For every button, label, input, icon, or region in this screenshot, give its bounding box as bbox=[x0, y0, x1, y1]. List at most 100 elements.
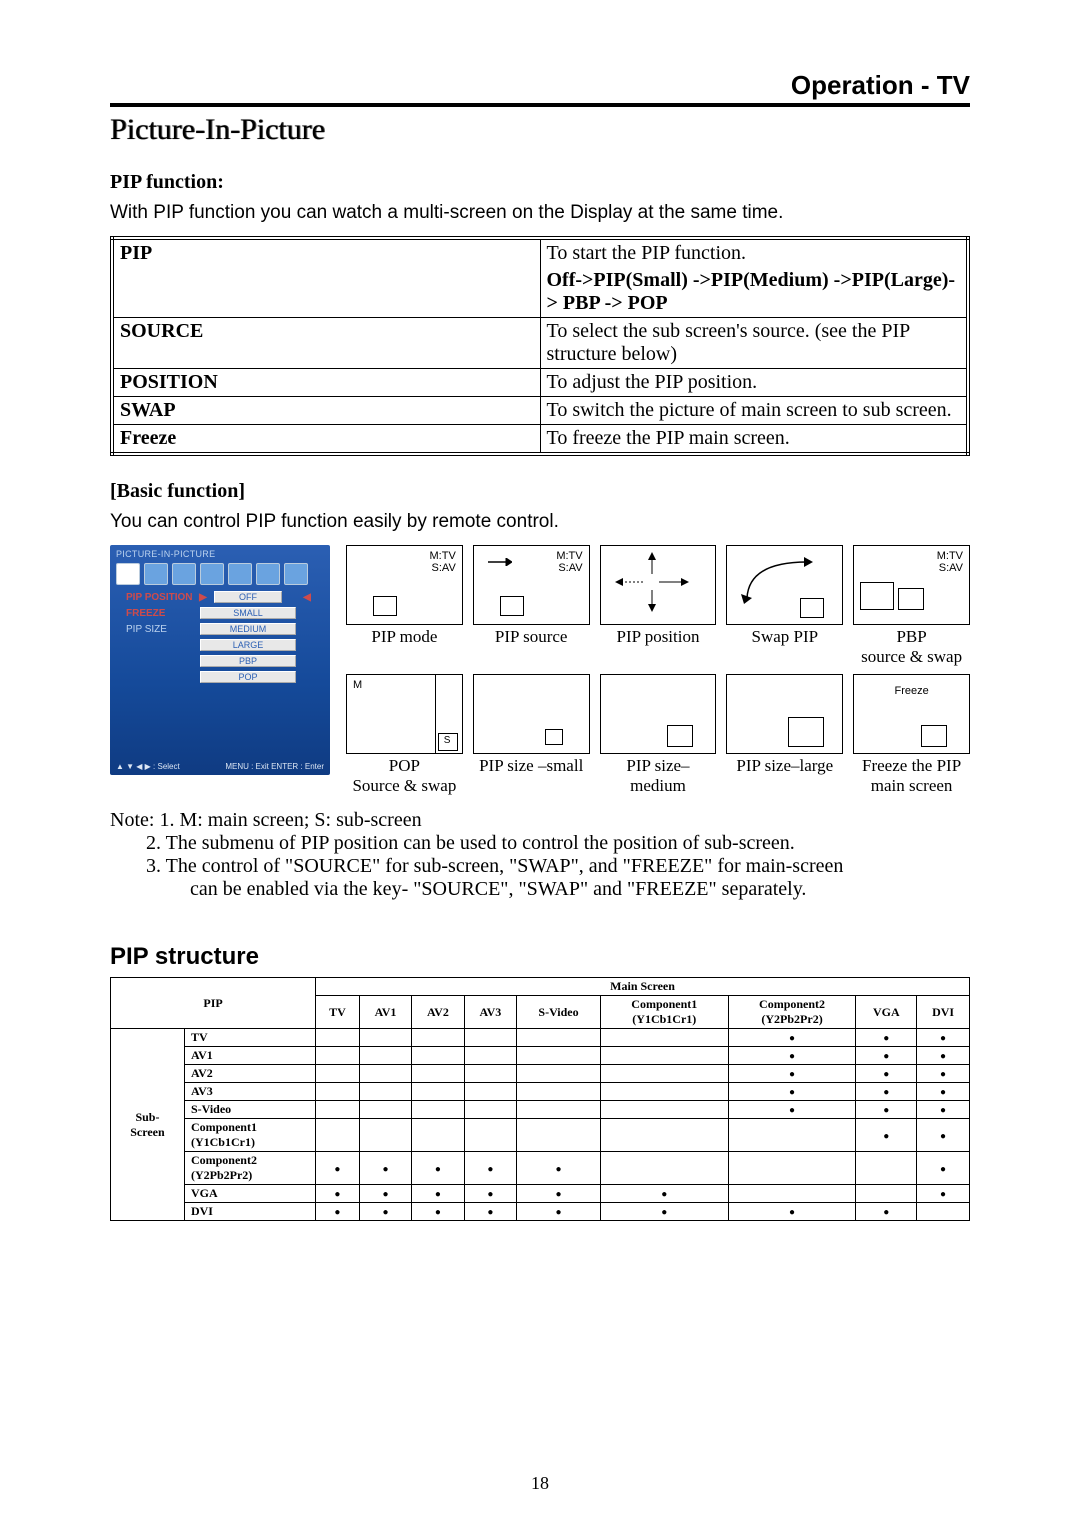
matrix-cell bbox=[464, 1185, 516, 1203]
osd-row: PIP POSITION ▶ OFF ◀ bbox=[110, 589, 330, 605]
matrix-cell bbox=[359, 1083, 411, 1101]
func-desc: To freeze the PIP main screen. bbox=[540, 425, 968, 455]
thumb-sub-label: S:AV bbox=[432, 562, 456, 574]
notes-3b: can be enabled via the key- "SOURCE", "S… bbox=[110, 878, 970, 901]
matrix-row: AV1 bbox=[111, 1047, 970, 1065]
section-title: Picture-In-Picture bbox=[110, 113, 970, 147]
osd-footer-left: ▲ ▼ ◀ ▶ : Select bbox=[116, 762, 180, 771]
func-desc: To adjust the PIP position. bbox=[540, 369, 968, 397]
function-table: PIP To start the PIP function. Off->PIP(… bbox=[110, 236, 970, 456]
page: Operation - TV Picture-In-Picture PIP fu… bbox=[0, 0, 1080, 1528]
thumb-caption: PIP size–medium bbox=[600, 756, 717, 795]
matrix-cell bbox=[359, 1065, 411, 1083]
matrix-cell bbox=[728, 1065, 856, 1083]
osd-icon bbox=[172, 563, 196, 585]
matrix-cell bbox=[316, 1047, 360, 1065]
func-term: SOURCE bbox=[112, 318, 540, 369]
thumb-caption: PIP mode bbox=[346, 627, 463, 647]
osd-row-label: PIP POSITION bbox=[126, 592, 196, 603]
matrix-cell bbox=[316, 1152, 360, 1185]
func-term: Freeze bbox=[112, 425, 540, 455]
osd-row-value: OFF bbox=[214, 591, 282, 603]
matrix-cell bbox=[600, 1203, 728, 1221]
osd-icon bbox=[284, 563, 308, 585]
matrix-cell bbox=[359, 1119, 411, 1152]
table-row: PIP To start the PIP function. bbox=[112, 238, 968, 267]
notes: Note: 1. M: main screen; S: sub-screen 2… bbox=[110, 809, 970, 901]
thumb-main-label: M:TV bbox=[937, 550, 963, 562]
matrix-cell bbox=[412, 1047, 464, 1065]
matrix-row-head: AV1 bbox=[184, 1047, 315, 1065]
matrix-cell bbox=[856, 1101, 917, 1119]
matrix-cell bbox=[728, 1152, 856, 1185]
matrix-row-head: AV2 bbox=[184, 1065, 315, 1083]
thumb-pip-medium bbox=[600, 674, 717, 754]
matrix-cell bbox=[359, 1047, 411, 1065]
osd-row: PBP bbox=[110, 653, 330, 669]
matrix-row-head: VGA bbox=[184, 1185, 315, 1203]
osd-row-label: FREEZE bbox=[126, 608, 196, 619]
matrix-col-head: AV1 bbox=[359, 996, 411, 1029]
matrix-col-head: Component2(Y2Pb2Pr2) bbox=[728, 996, 856, 1029]
diagram-cell: Freeze Freeze the PIP main screen bbox=[853, 674, 970, 795]
thumb-pip-position bbox=[600, 545, 717, 625]
osd-footer-right: MENU : Exit ENTER : Enter bbox=[225, 762, 324, 771]
diagram-cell: PIP size–medium bbox=[600, 674, 717, 795]
matrix-cell bbox=[600, 1047, 728, 1065]
page-number: 18 bbox=[0, 1473, 1080, 1494]
matrix-cell bbox=[856, 1029, 917, 1047]
func-term: PIP bbox=[112, 238, 540, 318]
osd-icon bbox=[228, 563, 252, 585]
matrix-cell bbox=[412, 1203, 464, 1221]
matrix-row: Sub-ScreenTV bbox=[111, 1029, 970, 1047]
matrix-cell bbox=[359, 1185, 411, 1203]
matrix-corner: PIP bbox=[111, 978, 316, 1029]
matrix-row: Component2(Y2Pb2Pr2) bbox=[111, 1152, 970, 1185]
matrix-cell bbox=[412, 1029, 464, 1047]
thumb-caption: POP bbox=[346, 756, 463, 776]
header-title: Operation - TV bbox=[110, 70, 970, 101]
matrix-cell bbox=[464, 1152, 516, 1185]
matrix-cell bbox=[464, 1047, 516, 1065]
thumb-swap-pip bbox=[726, 545, 843, 625]
matrix-row: VGA bbox=[111, 1185, 970, 1203]
matrix-cell bbox=[412, 1119, 464, 1152]
matrix-cell bbox=[359, 1152, 411, 1185]
matrix-row-head: S-Video bbox=[184, 1101, 315, 1119]
matrix-cell bbox=[412, 1152, 464, 1185]
matrix-cell bbox=[917, 1119, 970, 1152]
thumb-pip-large bbox=[726, 674, 843, 754]
table-row: SWAP To switch the picture of main scree… bbox=[112, 397, 968, 425]
arrow-right-icon bbox=[488, 558, 512, 566]
matrix-cell bbox=[600, 1083, 728, 1101]
thumb-sub-label: S:AV bbox=[939, 562, 963, 574]
matrix-cell bbox=[728, 1119, 856, 1152]
diagram-cell: M S POP Source & swap bbox=[346, 674, 463, 795]
matrix-col-head: AV2 bbox=[412, 996, 464, 1029]
matrix-cell bbox=[728, 1029, 856, 1047]
thumb-caption: PBP bbox=[853, 627, 970, 647]
thumb-pip-small bbox=[473, 674, 590, 754]
matrix-subscreen-head: Sub-Screen bbox=[111, 1029, 185, 1221]
matrix-cell bbox=[412, 1065, 464, 1083]
diagram-cell: PIP size–large bbox=[726, 674, 843, 795]
osd-footer: ▲ ▼ ◀ ▶ : Select MENU : Exit ENTER : Ent… bbox=[116, 762, 324, 771]
matrix-mainscreen: Main Screen bbox=[316, 978, 970, 996]
thumb-caption: PIP position bbox=[600, 627, 717, 647]
osd-row: PIP SIZE MEDIUM bbox=[110, 621, 330, 637]
matrix-cell bbox=[316, 1119, 360, 1152]
matrix-cell bbox=[856, 1065, 917, 1083]
func-desc: To select the sub screen's source. (see … bbox=[540, 318, 968, 369]
matrix-cell bbox=[517, 1029, 601, 1047]
matrix-cell bbox=[917, 1047, 970, 1065]
notes-prefix: Note: bbox=[110, 809, 154, 831]
arrow-left-icon: ◀ bbox=[300, 592, 314, 603]
osd-row-value: LARGE bbox=[200, 639, 296, 651]
osd-row-value: MEDIUM bbox=[200, 623, 296, 635]
matrix-cell bbox=[917, 1101, 970, 1119]
thumb-freeze: Freeze bbox=[853, 674, 970, 754]
matrix-cell bbox=[412, 1083, 464, 1101]
arrow-right-icon: ▶ bbox=[196, 592, 210, 603]
matrix-row: Component1(Y1Cb1Cr1) bbox=[111, 1119, 970, 1152]
matrix-row-head: TV bbox=[184, 1029, 315, 1047]
